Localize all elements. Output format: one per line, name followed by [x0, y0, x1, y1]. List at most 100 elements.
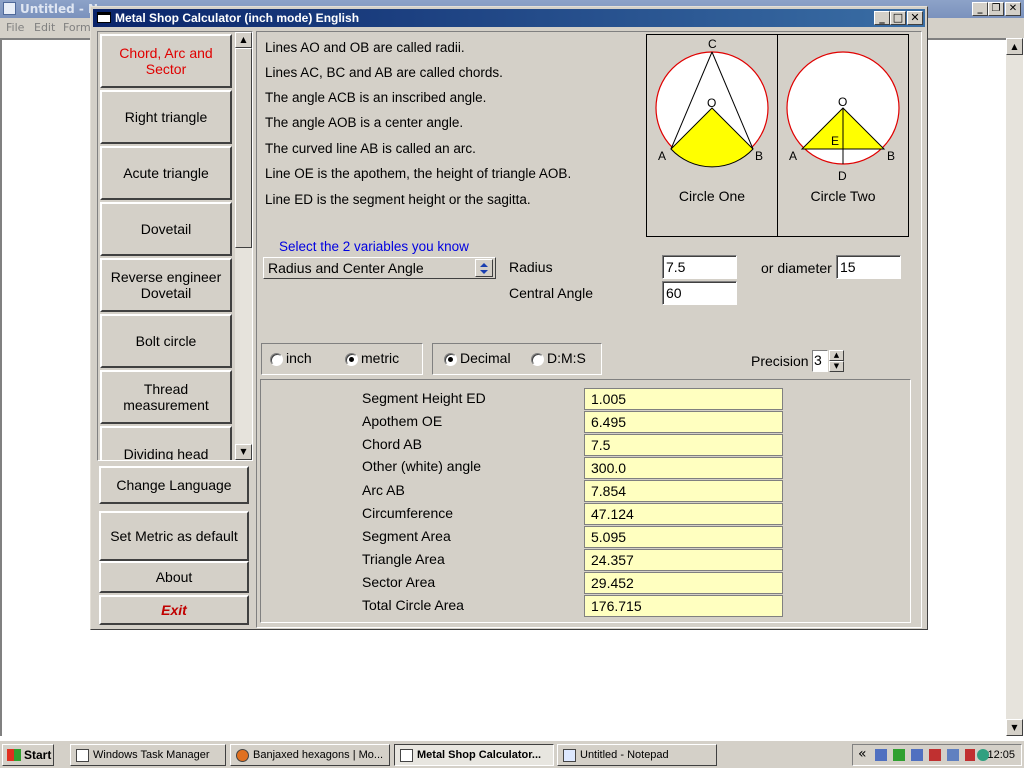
inch-label: inch	[286, 350, 312, 366]
units-radio-group: inch metric	[261, 343, 423, 375]
taskbar: Start Windows Task Manager Banjaxed hexa…	[0, 740, 1024, 768]
diameter-label: or diameter	[761, 260, 832, 276]
result-value[interactable]: 176.715	[584, 595, 783, 617]
task-notepad[interactable]: Untitled - Notepad	[557, 744, 717, 766]
security-icon[interactable]	[893, 749, 905, 761]
tray-expand-icon[interactable]: «	[858, 746, 867, 762]
spin-up-icon[interactable]: ▲	[829, 350, 844, 361]
dms-label: D:M:S	[547, 350, 586, 366]
button-label: Exit	[161, 602, 187, 618]
precision-input[interactable]: 3	[812, 350, 828, 372]
description-line: The angle AOB is a center angle.	[265, 115, 464, 130]
label-c: C	[708, 37, 717, 51]
description-line: Lines AO and OB are called radii.	[265, 40, 465, 55]
nav-scrollbar[interactable]: ▲ ▼	[235, 32, 252, 460]
scroll-down-icon[interactable]: ▼	[235, 444, 252, 460]
updown-arrows-icon[interactable]	[475, 259, 493, 277]
nav-label: Acute triangle	[123, 165, 209, 181]
monitor-icon[interactable]	[947, 749, 959, 761]
zonealarm-icon[interactable]	[965, 749, 975, 761]
chord-arc-sector-panel: Lines AO and OB are called radii. Lines …	[256, 31, 922, 628]
nav-label: Thread measurement	[123, 381, 209, 413]
close-icon[interactable]: ✕	[907, 11, 923, 25]
central-angle-input[interactable]: 60	[662, 281, 737, 305]
variables-select[interactable]: Radius and Center Angle	[263, 257, 496, 279]
alert-icon[interactable]	[929, 749, 941, 761]
label-o: O	[838, 95, 847, 109]
menu-edit[interactable]: Edit	[34, 21, 55, 34]
label-d: D	[838, 169, 847, 183]
result-value[interactable]: 300.0	[584, 457, 783, 479]
nav-dividing-head[interactable]: Dividing head	[100, 426, 232, 460]
result-value[interactable]: 47.124	[584, 503, 783, 525]
label-a: A	[789, 149, 797, 163]
change-language-button[interactable]: Change Language	[99, 466, 249, 504]
radius-label: Radius	[509, 259, 553, 275]
minimize-icon[interactable]: _	[874, 11, 890, 25]
start-button[interactable]: Start	[2, 744, 54, 766]
window-icon	[97, 12, 111, 23]
central-angle-label: Central Angle	[509, 285, 594, 301]
minimize-icon[interactable]: _	[972, 2, 988, 16]
result-value[interactable]: 1.005	[584, 388, 783, 410]
notepad-icon	[563, 749, 576, 762]
app-title-bar[interactable]: Metal Shop Calculator (inch mode) Englis…	[93, 9, 925, 27]
task-label: Metal Shop Calculator...	[417, 749, 542, 761]
nav-acute-triangle[interactable]: Acute triangle	[100, 146, 232, 200]
description-line: Lines AC, BC and AB are called chords.	[265, 65, 503, 80]
scroll-thumb[interactable]	[235, 48, 252, 248]
result-label: Arc AB	[362, 482, 405, 498]
scroll-up-icon[interactable]: ▲	[235, 32, 252, 48]
decimal-radio[interactable]	[444, 353, 457, 366]
circle-diagram: C O A B O E A B D Circle One Circle Two	[646, 34, 909, 237]
scroll-up-icon[interactable]: ▲	[1006, 38, 1023, 55]
nav-reverse-engineer-dovetail[interactable]: Reverse engineer Dovetail	[100, 258, 232, 312]
result-value[interactable]: 7.854	[584, 480, 783, 502]
result-value[interactable]: 5.095	[584, 526, 783, 548]
nav-thread-measurement[interactable]: Thread measurement	[100, 370, 232, 424]
task-metal-shop-calculator[interactable]: Metal Shop Calculator...	[394, 744, 554, 766]
radius-input[interactable]: 7.5	[662, 255, 737, 279]
notepad-scrollbar[interactable]: ▲ ▼	[1006, 38, 1023, 736]
menu-file[interactable]: File	[6, 21, 24, 34]
result-value[interactable]: 6.495	[584, 411, 783, 433]
inch-radio[interactable]	[270, 353, 283, 366]
task-firefox[interactable]: Banjaxed hexagons | Mo...	[230, 744, 390, 766]
precision-label: Precision	[751, 353, 809, 369]
result-value[interactable]: 24.357	[584, 549, 783, 571]
set-metric-default-button[interactable]: Set Metric as default	[99, 511, 249, 561]
exit-button[interactable]: Exit	[99, 595, 249, 625]
task-label: Untitled - Notepad	[580, 749, 669, 761]
result-value[interactable]: 29.452	[584, 572, 783, 594]
nav-dovetail[interactable]: Dovetail	[100, 202, 232, 256]
nav-chord-arc-sector[interactable]: Chord, Arc and Sector	[100, 34, 232, 88]
task-manager-icon	[76, 749, 89, 762]
dms-radio[interactable]	[531, 353, 544, 366]
spin-down-icon[interactable]: ▼	[829, 361, 844, 372]
task-windows-task-manager[interactable]: Windows Task Manager	[70, 744, 226, 766]
description-line: Line ED is the segment height or the sag…	[265, 192, 531, 207]
restore-icon[interactable]: ❐	[988, 2, 1004, 16]
maximize-icon[interactable]: □	[890, 11, 906, 25]
nav-label: Bolt circle	[135, 333, 197, 349]
calculator-menu-list: Chord, Arc and Sector Right triangle Acu…	[97, 31, 253, 461]
network-icon[interactable]	[911, 749, 923, 761]
result-label: Segment Area	[362, 528, 451, 544]
close-icon[interactable]: ✕	[1005, 2, 1021, 16]
nav-right-triangle[interactable]: Right triangle	[100, 90, 232, 144]
network-icon[interactable]	[875, 749, 887, 761]
label-a: A	[658, 149, 666, 163]
diameter-input[interactable]: 15	[836, 255, 901, 279]
description-line: The curved line AB is called an arc.	[265, 141, 476, 156]
metric-radio[interactable]	[345, 353, 358, 366]
about-button[interactable]: About	[99, 561, 249, 593]
nav-label: Reverse engineer Dovetail	[110, 269, 222, 301]
result-value[interactable]: 7.5	[584, 434, 783, 456]
task-label: Banjaxed hexagons | Mo...	[253, 749, 384, 761]
scroll-down-icon[interactable]: ▼	[1006, 719, 1023, 736]
label-b: B	[887, 149, 895, 163]
nav-bolt-circle[interactable]: Bolt circle	[100, 314, 232, 368]
label-b: B	[755, 149, 763, 163]
updown-arrows-graphic	[480, 263, 488, 274]
precision-spinner[interactable]: ▲ ▼	[829, 350, 844, 372]
